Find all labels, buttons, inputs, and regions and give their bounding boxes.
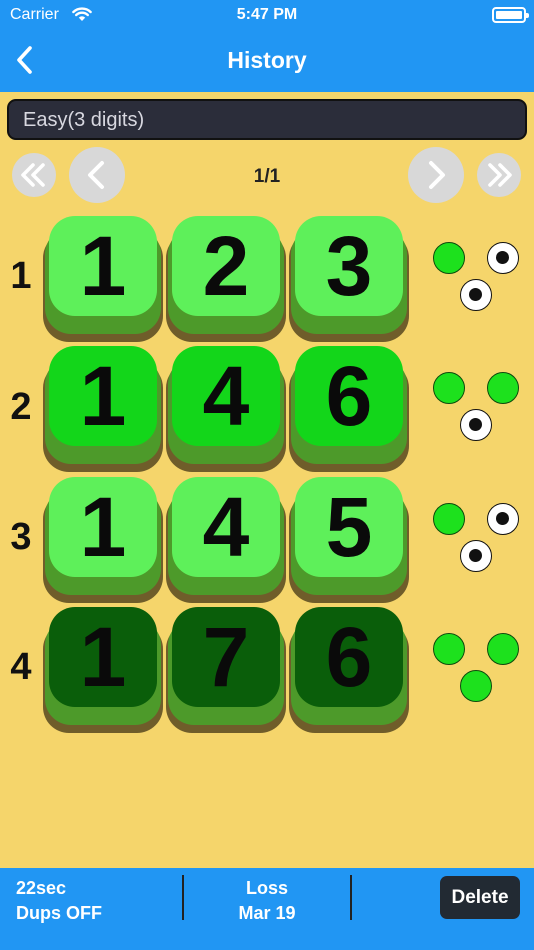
digit-tile: 1 — [43, 216, 163, 342]
digit-label: 5 — [295, 477, 403, 577]
hit-peg — [487, 372, 519, 404]
digit-label: 1 — [49, 216, 157, 316]
clock-label: 5:47 PM — [236, 6, 298, 23]
row-number: 2 — [10, 386, 32, 428]
next-page-button[interactable] — [408, 147, 464, 203]
digit-tile: 7 — [166, 607, 286, 733]
digit-label: 1 — [49, 477, 157, 577]
digit-tile: 6 — [289, 346, 409, 472]
digit-label: 4 — [172, 477, 280, 577]
digit-label: 6 — [295, 346, 403, 446]
blow-peg — [460, 279, 492, 311]
chevron-right-icon — [429, 161, 445, 189]
digit-tile: 4 — [166, 346, 286, 472]
last-page-button[interactable] — [477, 153, 521, 197]
digit-label: 3 — [295, 216, 403, 316]
difficulty-field[interactable]: Easy(3 digits) — [7, 99, 527, 140]
blow-peg — [487, 242, 519, 274]
blow-peg — [460, 409, 492, 441]
game-result: Loss Mar 19 — [184, 876, 350, 926]
nav-bar: History — [0, 30, 534, 92]
digit-tile: 1 — [43, 477, 163, 603]
digit-label: 6 — [295, 607, 403, 707]
digit-tile: 5 — [289, 477, 409, 603]
delete-button[interactable]: Delete — [440, 876, 520, 919]
digit-label: 7 — [172, 607, 280, 707]
page-title: History — [227, 47, 307, 73]
footer-bar: 22sec Dups OFF Loss Mar 19 Delete — [0, 868, 534, 950]
digit-tile: 2 — [166, 216, 286, 342]
digit-label: 1 — [49, 346, 157, 446]
hit-peg — [433, 242, 465, 274]
digit-tile: 1 — [43, 346, 163, 472]
status-bar: Carrier 5:47 PM — [0, 0, 534, 30]
digit-tile: 6 — [289, 607, 409, 733]
row-number: 3 — [10, 516, 32, 558]
blow-peg — [487, 503, 519, 535]
blow-peg — [460, 540, 492, 572]
digit-tile: 4 — [166, 477, 286, 603]
row-number: 1 — [10, 255, 32, 297]
duration-label: 22sec — [16, 878, 67, 898]
digit-label: 4 — [172, 346, 280, 446]
double-chevron-right-icon — [488, 163, 512, 187]
hit-peg — [433, 633, 465, 665]
hit-peg — [487, 633, 519, 665]
date-label: Mar 19 — [238, 903, 296, 923]
hit-peg — [460, 670, 492, 702]
dups-label: Dups OFF — [16, 903, 102, 923]
battery-icon — [492, 7, 529, 23]
game-info: 22sec Dups OFF — [16, 876, 102, 926]
digit-tile: 3 — [289, 216, 409, 342]
digit-label: 2 — [172, 216, 280, 316]
digit-label: 1 — [49, 607, 157, 707]
result-label: Loss — [245, 878, 288, 898]
hit-peg — [433, 372, 465, 404]
digit-tile: 1 — [43, 607, 163, 733]
hit-peg — [433, 503, 465, 535]
divider — [350, 875, 352, 920]
row-number: 4 — [10, 646, 32, 688]
